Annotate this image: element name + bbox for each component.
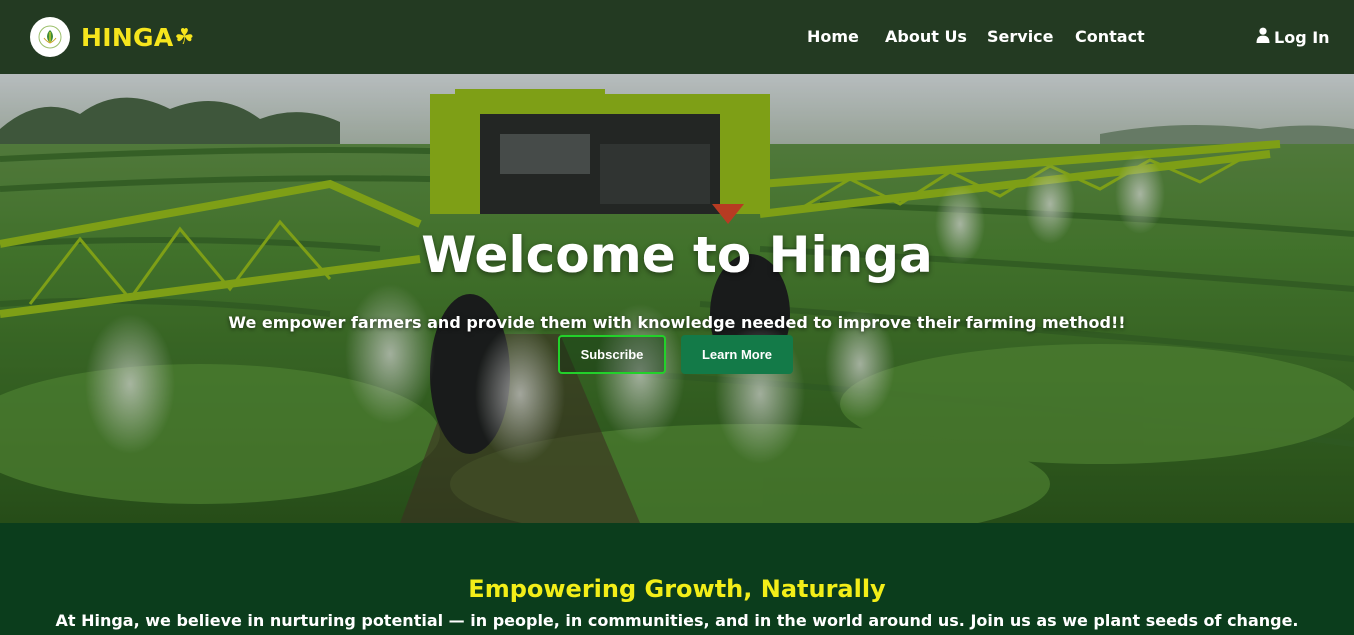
brand-name[interactable]: HINGA — [81, 23, 174, 52]
clover-icon: ☘ — [174, 24, 195, 50]
hero-section: Welcome to Hinga We empower farmers and … — [0, 74, 1354, 523]
leaf-emblem-icon[interactable] — [30, 17, 70, 57]
intro-section: Empowering Growth, Naturally At Hinga, w… — [0, 523, 1354, 635]
nav-contact[interactable]: Contact — [1075, 27, 1145, 46]
subscribe-button[interactable]: Subscribe — [558, 335, 666, 374]
nav-home[interactable]: Home — [807, 27, 859, 46]
hero-title: Welcome to Hinga — [421, 226, 933, 284]
hero-subtitle: We empower farmers and provide them with… — [228, 313, 1126, 332]
learn-more-button[interactable]: Learn More — [681, 335, 793, 374]
top-navbar: HINGA ☘ Home About Us Service Contact Log… — [0, 0, 1354, 74]
intro-text: At Hinga, we believe in nurturing potent… — [55, 611, 1299, 630]
login-link[interactable]: Log In — [1256, 27, 1330, 47]
nav-service[interactable]: Service — [987, 27, 1054, 46]
brand[interactable]: HINGA ☘ — [30, 17, 195, 57]
user-icon — [1256, 27, 1270, 47]
login-label[interactable]: Log In — [1274, 28, 1330, 47]
intro-title: Empowering Growth, Naturally — [468, 575, 886, 603]
hero-overlay — [0, 74, 1354, 523]
nav-about-us[interactable]: About Us — [885, 27, 967, 46]
